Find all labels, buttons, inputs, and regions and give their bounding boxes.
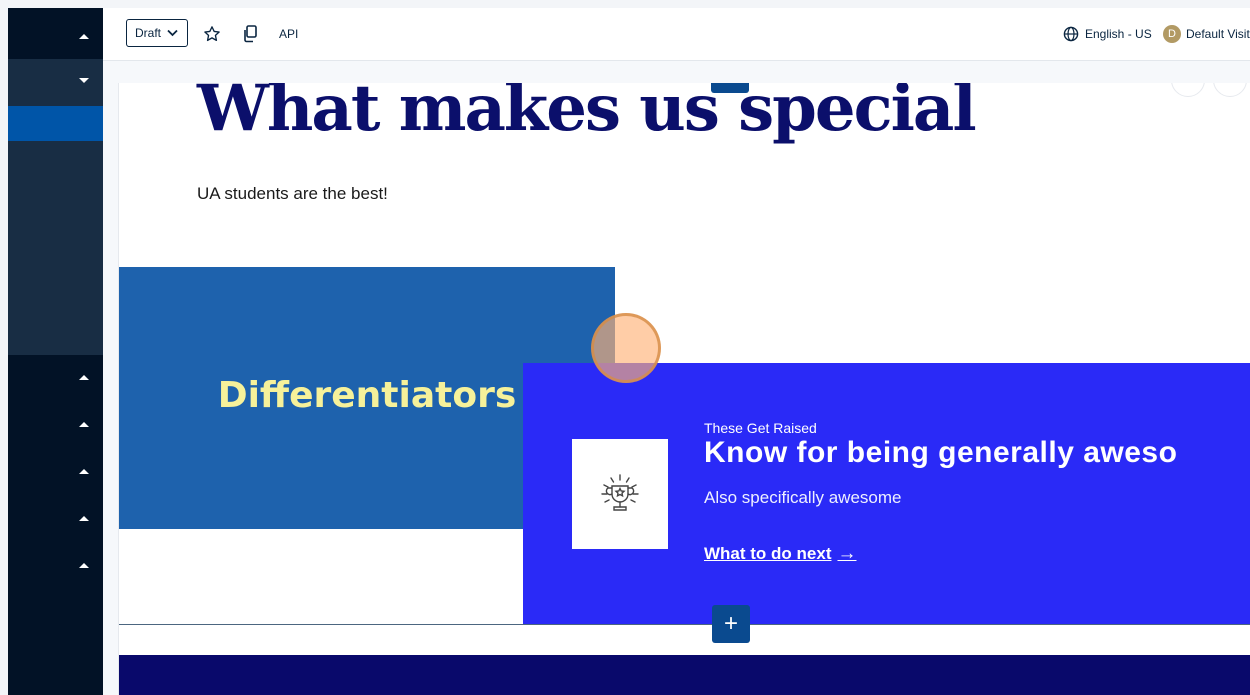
language-label: English - US (1085, 27, 1152, 41)
screen: Draft API English - US D Default Visito (0, 0, 1250, 695)
sidebar-caret-down-icon[interactable] (77, 76, 91, 86)
sidebar-item-active[interactable] (8, 106, 103, 141)
what-to-do-next-link[interactable]: What to do next → (704, 543, 856, 565)
page-canvas: What makes us special UA students are th… (118, 83, 1250, 695)
sidebar-caret-up-icon[interactable] (77, 31, 91, 41)
click-indicator (591, 313, 661, 383)
status-select-label: Draft (135, 26, 162, 40)
circle-control-button[interactable] (1171, 83, 1205, 97)
editor-toolbar: Draft API English - US D Default Visito (103, 8, 1250, 61)
left-sidebar (8, 8, 103, 695)
status-select[interactable]: Draft (126, 19, 188, 47)
sidebar-caret-up-icon[interactable] (77, 419, 91, 429)
api-link[interactable]: API (279, 27, 298, 41)
trophy-icon (601, 474, 639, 511)
avatar: D (1163, 25, 1181, 43)
star-icon[interactable] (202, 24, 222, 44)
sidebar-caret-up-icon[interactable] (77, 560, 91, 570)
add-block-button[interactable]: + (712, 605, 750, 643)
sidebar-caret-up-icon[interactable] (77, 466, 91, 476)
section-divider (119, 624, 1250, 625)
hero-subtitle: UA students are the best! (197, 184, 388, 203)
visitor-selector[interactable]: D Default Visito (1163, 25, 1250, 43)
chevron-down-icon (167, 29, 178, 37)
sidebar-caret-up-icon[interactable] (77, 372, 91, 382)
editor-content: Draft API English - US D Default Visito (103, 8, 1250, 695)
card-link-text: What to do next (704, 544, 832, 563)
copy-icon[interactable] (240, 24, 260, 44)
hero-title: What makes us special (197, 83, 977, 146)
language-selector[interactable]: English - US (1063, 26, 1152, 42)
footer-band (119, 655, 1250, 695)
sidebar-caret-up-icon[interactable] (77, 513, 91, 523)
trophy-icon-box (572, 439, 668, 549)
sidebar-expanded-panel (8, 59, 103, 355)
visitor-label: Default Visito (1186, 27, 1250, 41)
globe-icon (1063, 26, 1079, 42)
card-heading: Know for being generally aweso (704, 436, 1178, 469)
card-eyebrow: These Get Raised (704, 420, 817, 436)
card-description: Also specifically awesome (704, 488, 902, 507)
arrow-right-icon: → (837, 543, 857, 564)
circle-control-button[interactable] (1213, 83, 1247, 97)
